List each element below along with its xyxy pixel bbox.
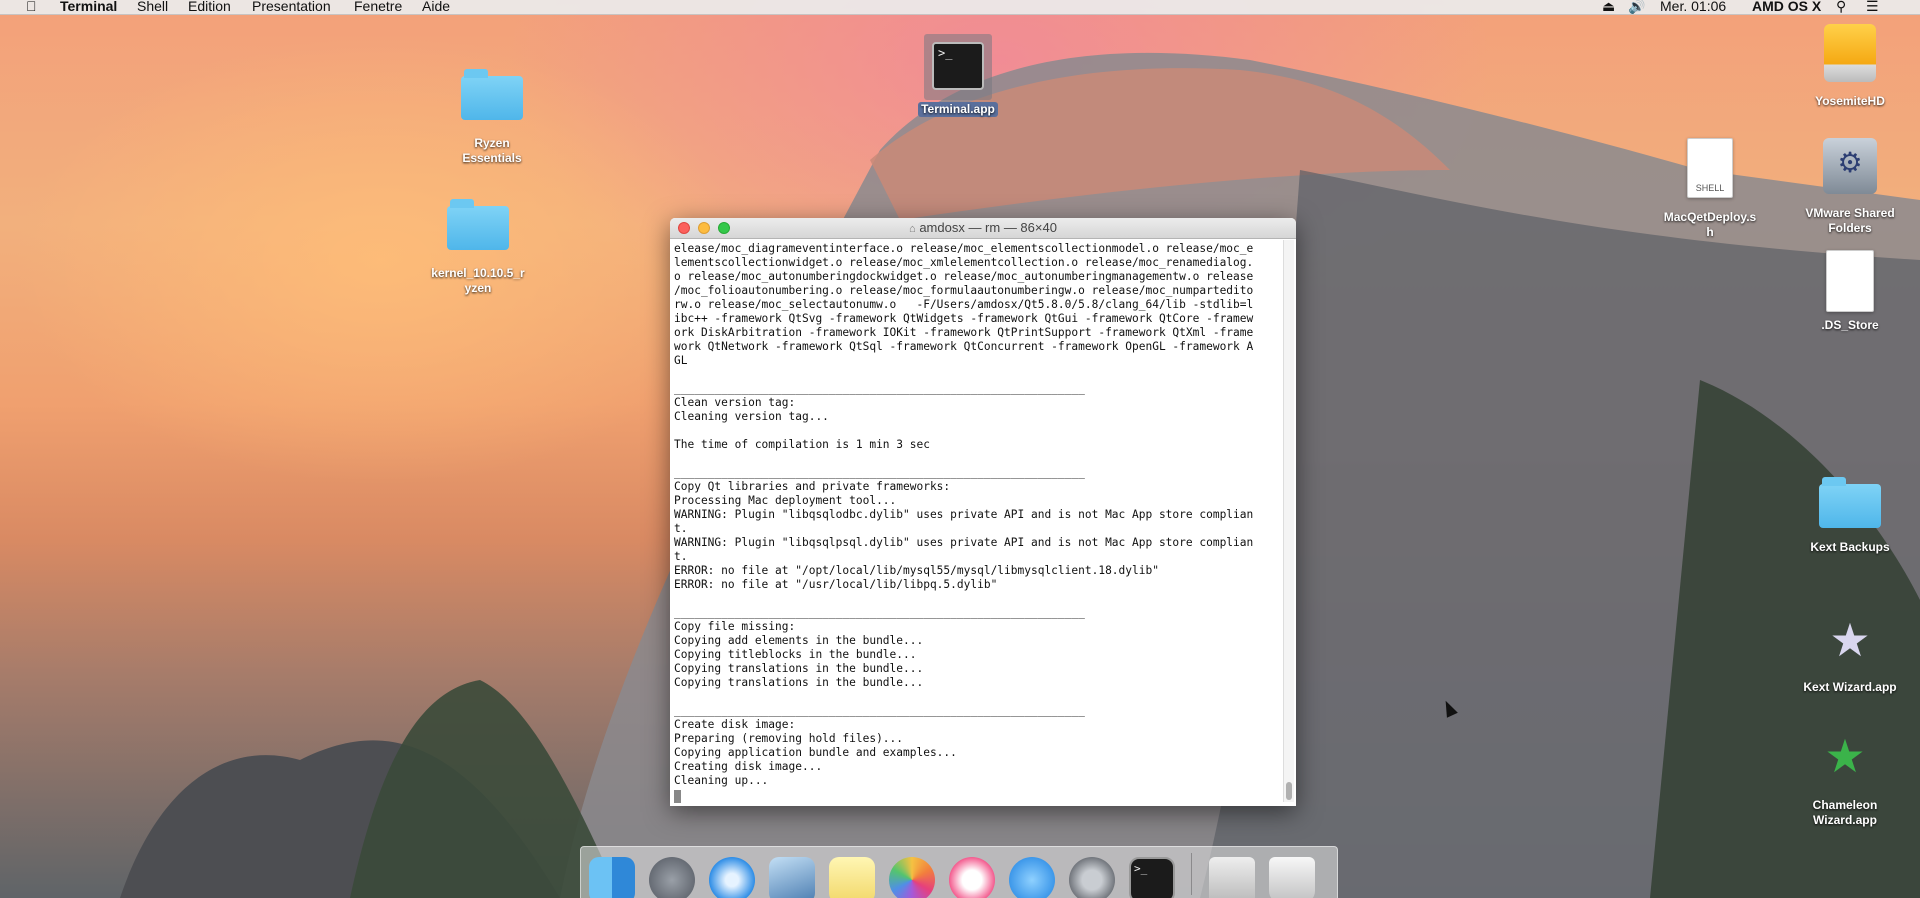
- menu-aide[interactable]: Aide: [422, 0, 450, 16]
- terminal-app-selection: >_: [924, 34, 992, 100]
- trash-icon[interactable]: [1269, 857, 1315, 898]
- menu-shell[interactable]: Shell: [137, 0, 168, 16]
- close-icon[interactable]: [678, 222, 690, 234]
- desktop:  Terminal Shell Edition Presentation Fe…: [0, 0, 1920, 898]
- desktop-icon-ryzen-essentials[interactable]: Ryzen Essentials: [424, 69, 560, 166]
- dock-divider: [1191, 853, 1192, 895]
- home-icon: ⌂: [909, 223, 916, 235]
- desktop-icon-label: kernel_10.10.5_r yzen: [431, 266, 525, 295]
- folder-icon: [1819, 477, 1881, 528]
- eject-icon[interactable]: ⏏: [1602, 0, 1615, 16]
- terminal-title: amdosx — rm — 86×40: [919, 220, 1057, 235]
- desktop-icon-chameleon-wizard[interactable]: ★ Chameleon Wizard.app: [1790, 726, 1900, 828]
- spotlight-icon[interactable]: ⚲: [1836, 0, 1846, 16]
- zoom-icon[interactable]: [718, 222, 730, 234]
- preview-icon[interactable]: [769, 857, 815, 898]
- dock: >_: [580, 846, 1338, 898]
- system-preferences-icon[interactable]: [1069, 857, 1115, 898]
- file-type-tag: SHELL: [1695, 183, 1725, 193]
- folder-icon: [447, 199, 509, 250]
- menu-presentation[interactable]: Presentation: [252, 0, 331, 16]
- desktop-icon-terminal-app[interactable]: >_ Terminal.app: [918, 34, 998, 118]
- launchpad-icon[interactable]: [649, 857, 695, 898]
- desktop-icon-label: VMware Shared Folders: [1805, 206, 1895, 235]
- notification-center-icon[interactable]: ☰: [1866, 0, 1879, 16]
- shell-script-icon: SHELL: [1687, 138, 1733, 198]
- folder-icon: [461, 69, 523, 120]
- wizard-icon: ★: [1829, 614, 1871, 666]
- desktop-icon-label: Terminal.app: [918, 102, 998, 117]
- itunes-icon[interactable]: [949, 857, 995, 898]
- menubar-clock[interactable]: Mer. 01:06: [1660, 0, 1726, 16]
- terminal-scrollbar[interactable]: [1283, 240, 1294, 802]
- scrollbar-thumb[interactable]: [1286, 782, 1292, 800]
- desktop-icon-label: Chameleon Wizard.app: [1812, 798, 1878, 827]
- network-share-icon: ⚙: [1823, 138, 1877, 194]
- hard-drive-icon: [1824, 24, 1876, 82]
- menu-edition[interactable]: Edition: [188, 0, 231, 16]
- menu-fenetre[interactable]: Fenetre: [354, 0, 402, 16]
- finder-icon[interactable]: [589, 857, 635, 898]
- desktop-icon-label: Kext Backups: [1810, 540, 1890, 554]
- desktop-icon-vmware-shared[interactable]: ⚙ VMware Shared Folders: [1792, 138, 1908, 236]
- desktop-icon-label: Kext Wizard.app: [1803, 680, 1897, 694]
- desktop-icon-kernel[interactable]: kernel_10.10.5_r yzen: [410, 199, 546, 296]
- desktop-icon-yosemite-hd[interactable]: YosemiteHD: [1798, 24, 1902, 109]
- desktop-icon-kext-backups[interactable]: Kext Backups: [1800, 477, 1900, 555]
- apple-menu-icon[interactable]: : [26, 0, 37, 16]
- desktop-icon-kext-wizard[interactable]: ★ Kext Wizard.app: [1790, 610, 1910, 695]
- terminal-output[interactable]: elease/moc_diagrameventinterface.o relea…: [674, 242, 1278, 798]
- terminal-icon[interactable]: >_: [1129, 857, 1175, 898]
- installer-icon[interactable]: [1209, 857, 1255, 898]
- desktop-icon-label: MacQetDeploy.s h: [1663, 210, 1757, 239]
- terminal-cursor: [674, 790, 681, 803]
- desktop-icon-macqetdeploy[interactable]: SHELL MacQetDeploy.s h: [1652, 138, 1768, 240]
- terminal-icon: >_: [932, 42, 984, 90]
- menu-app-name[interactable]: Terminal: [60, 0, 117, 16]
- terminal-titlebar[interactable]: ⌂ amdosx — rm — 86×40: [670, 218, 1296, 239]
- desktop-icon-label: YosemiteHD: [1815, 94, 1885, 108]
- notes-icon[interactable]: [829, 857, 875, 898]
- menu-bar:  Terminal Shell Edition Presentation Fe…: [0, 0, 1920, 15]
- desktop-icon-label: .DS_Store: [1821, 318, 1879, 332]
- minimize-icon[interactable]: [698, 222, 710, 234]
- photos-icon[interactable]: [889, 857, 935, 898]
- document-icon: [1826, 250, 1874, 312]
- desktop-icon-ds-store[interactable]: .DS_Store: [1808, 250, 1892, 333]
- desktop-icon-label: Ryzen Essentials: [462, 136, 522, 165]
- wizard-icon: ★: [1824, 730, 1866, 782]
- terminal-window[interactable]: ⌂ amdosx — rm — 86×40 elease/moc_diagram…: [670, 218, 1296, 806]
- app-store-icon[interactable]: [1009, 857, 1055, 898]
- menubar-user[interactable]: AMD OS X: [1752, 0, 1821, 16]
- safari-icon[interactable]: [709, 857, 755, 898]
- volume-icon[interactable]: 🔊: [1628, 0, 1645, 16]
